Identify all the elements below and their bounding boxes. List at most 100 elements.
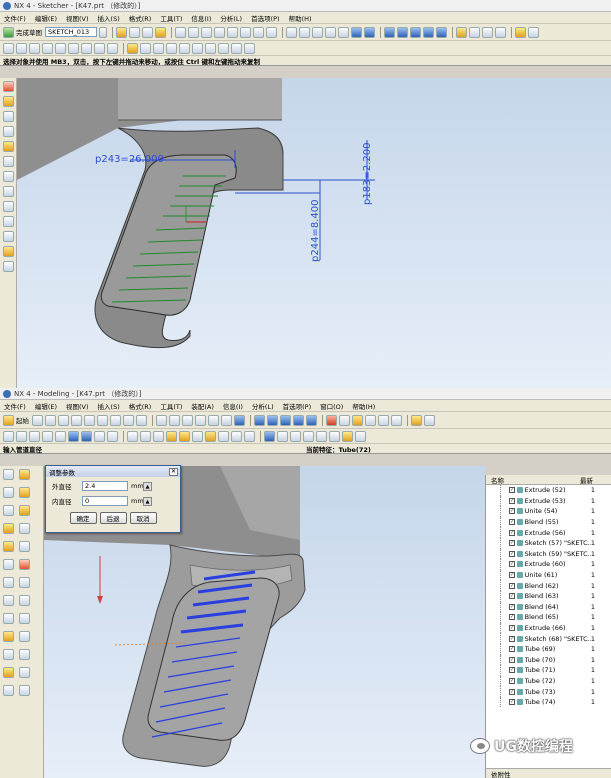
- update-model-icon[interactable]: [142, 26, 153, 38]
- menu-window[interactable]: 窗口(O): [320, 401, 343, 411]
- fillet-icon[interactable]: [94, 42, 105, 54]
- menu-file[interactable]: 文件(F): [4, 13, 26, 23]
- feature-row[interactable]: ✓ Sketch (59) "SKETC... 1: [486, 548, 611, 560]
- snap-icon[interactable]: [19, 559, 30, 570]
- perspective-icon[interactable]: [221, 414, 232, 426]
- show-icon[interactable]: [391, 414, 402, 426]
- thread-icon[interactable]: [342, 430, 353, 442]
- menu-preferences[interactable]: 首选项(P): [283, 401, 312, 411]
- blend-icon[interactable]: [166, 430, 177, 442]
- feature-row[interactable]: ✓ Blend (63) 1: [486, 590, 611, 602]
- circle-icon[interactable]: [42, 42, 53, 54]
- fit-icon[interactable]: [286, 26, 297, 38]
- drag-icon[interactable]: [3, 96, 14, 107]
- sheet-icon[interactable]: [3, 685, 14, 696]
- zoom-icon[interactable]: [299, 26, 310, 38]
- arc-icon[interactable]: [29, 42, 40, 54]
- datum-plane-icon[interactable]: [3, 523, 14, 534]
- feature-row[interactable]: ✓ Extrude (53) 1: [486, 495, 611, 507]
- layer-tool-icon[interactable]: [3, 261, 14, 272]
- ruler-icon[interactable]: [515, 26, 526, 38]
- menu-insert[interactable]: 插入(S): [98, 13, 120, 23]
- feature-row[interactable]: ✓ Blend (62) 1: [486, 580, 611, 591]
- feature-row[interactable]: ✓ Tube (70) 1: [486, 654, 611, 666]
- face-icon[interactable]: [3, 613, 14, 624]
- feature-row[interactable]: ✓ Tube (73) 1: [486, 686, 611, 697]
- view-cube-icon[interactable]: [254, 414, 265, 426]
- trim-body-icon[interactable]: [264, 430, 275, 442]
- front-view-icon[interactable]: [410, 26, 421, 38]
- shaded-view-icon[interactable]: [351, 26, 362, 38]
- visibility-checkbox[interactable]: ✓: [509, 529, 515, 536]
- pan-icon[interactable]: [312, 26, 323, 38]
- shell-icon[interactable]: [192, 430, 203, 442]
- rotate-icon[interactable]: [195, 414, 206, 426]
- sketch-name-select[interactable]: SKETCH_013: [45, 27, 97, 37]
- menu-tools[interactable]: 工具(T): [160, 401, 182, 411]
- menu-help[interactable]: 帮助(H): [352, 401, 375, 411]
- wireframe-view-icon[interactable]: [364, 26, 375, 38]
- menu-view[interactable]: 视图(V): [66, 401, 89, 411]
- refresh-icon[interactable]: [208, 414, 219, 426]
- offset-icon[interactable]: [231, 42, 242, 54]
- pattern-icon[interactable]: [303, 430, 314, 442]
- menu-assembly[interactable]: 装配(A): [191, 401, 214, 411]
- edit-icon[interactable]: [3, 246, 14, 257]
- menu-info[interactable]: 信息(I): [223, 401, 243, 411]
- save-icon[interactable]: [58, 414, 69, 426]
- iso-view-icon[interactable]: [267, 414, 278, 426]
- menu-info[interactable]: 信息(I): [191, 13, 211, 23]
- settings-icon[interactable]: [424, 414, 435, 426]
- extend-tool-icon[interactable]: [3, 126, 14, 137]
- right-view-icon[interactable]: [306, 414, 317, 426]
- ok-button[interactable]: 确定: [69, 512, 97, 524]
- undo-icon[interactable]: [240, 26, 251, 38]
- visibility-checkbox[interactable]: ✓: [509, 540, 515, 547]
- fit-icon[interactable]: [156, 414, 167, 426]
- visibility-checkbox[interactable]: ✓: [509, 603, 515, 610]
- finish-sketch-label[interactable]: 完成草图: [16, 27, 42, 37]
- feature-row[interactable]: ✓ Unite (61) 1: [486, 569, 611, 581]
- column-updated[interactable]: 最新: [580, 475, 593, 485]
- spline-tool-icon[interactable]: [19, 667, 30, 678]
- project-icon[interactable]: [244, 42, 255, 54]
- point-tool-icon[interactable]: [19, 541, 30, 552]
- convert-reference-icon[interactable]: [179, 42, 190, 54]
- feature-row[interactable]: ✓ Tube (74) 1: [486, 696, 611, 708]
- menu-tools[interactable]: 工具(T): [160, 13, 182, 23]
- edge-icon[interactable]: [3, 631, 14, 642]
- tube-icon[interactable]: [107, 430, 118, 442]
- cylinder-icon[interactable]: [3, 577, 14, 588]
- rotate-icon[interactable]: [325, 26, 336, 38]
- spline-icon[interactable]: [107, 42, 118, 54]
- sweep-icon[interactable]: [94, 430, 105, 442]
- menu-analysis[interactable]: 分析(L): [252, 401, 274, 411]
- pocket-icon[interactable]: [153, 430, 164, 442]
- visibility-checkbox[interactable]: ✓: [509, 508, 515, 515]
- select-icon[interactable]: [136, 414, 147, 426]
- inner-diameter-input[interactable]: 0: [82, 496, 128, 506]
- rectangle-icon[interactable]: [55, 42, 66, 54]
- nav-part-icon[interactable]: [19, 469, 30, 480]
- visibility-checkbox[interactable]: ✓: [509, 635, 515, 642]
- feature-row[interactable]: ✓ Tube (71) 1: [486, 665, 611, 676]
- inner-spinner-icon[interactable]: ▲: [143, 496, 152, 506]
- roles-icon[interactable]: [3, 487, 14, 498]
- draft-icon[interactable]: [205, 430, 216, 442]
- slash-icon[interactable]: [19, 613, 30, 624]
- extrude-icon[interactable]: [68, 430, 79, 442]
- visibility-checkbox[interactable]: ✓: [509, 593, 515, 600]
- dimension-icon[interactable]: [127, 42, 138, 54]
- hide-icon[interactable]: [378, 414, 389, 426]
- point-icon[interactable]: [55, 430, 66, 442]
- measure-icon[interactable]: [365, 414, 376, 426]
- feature-row[interactable]: ✓ Extrude (60) 1: [486, 559, 611, 570]
- sketch-viewport[interactable]: p243=26.000 p244=8.400 p183=2.200: [17, 78, 611, 388]
- profile-icon[interactable]: [3, 42, 14, 54]
- new-icon[interactable]: [175, 26, 186, 38]
- save-icon[interactable]: [201, 26, 212, 38]
- measure-icon[interactable]: [469, 26, 480, 38]
- slash-icon[interactable]: [3, 156, 14, 167]
- feature-row[interactable]: ✓ Blend (64) 1: [486, 601, 611, 613]
- revolve-icon[interactable]: [81, 430, 92, 442]
